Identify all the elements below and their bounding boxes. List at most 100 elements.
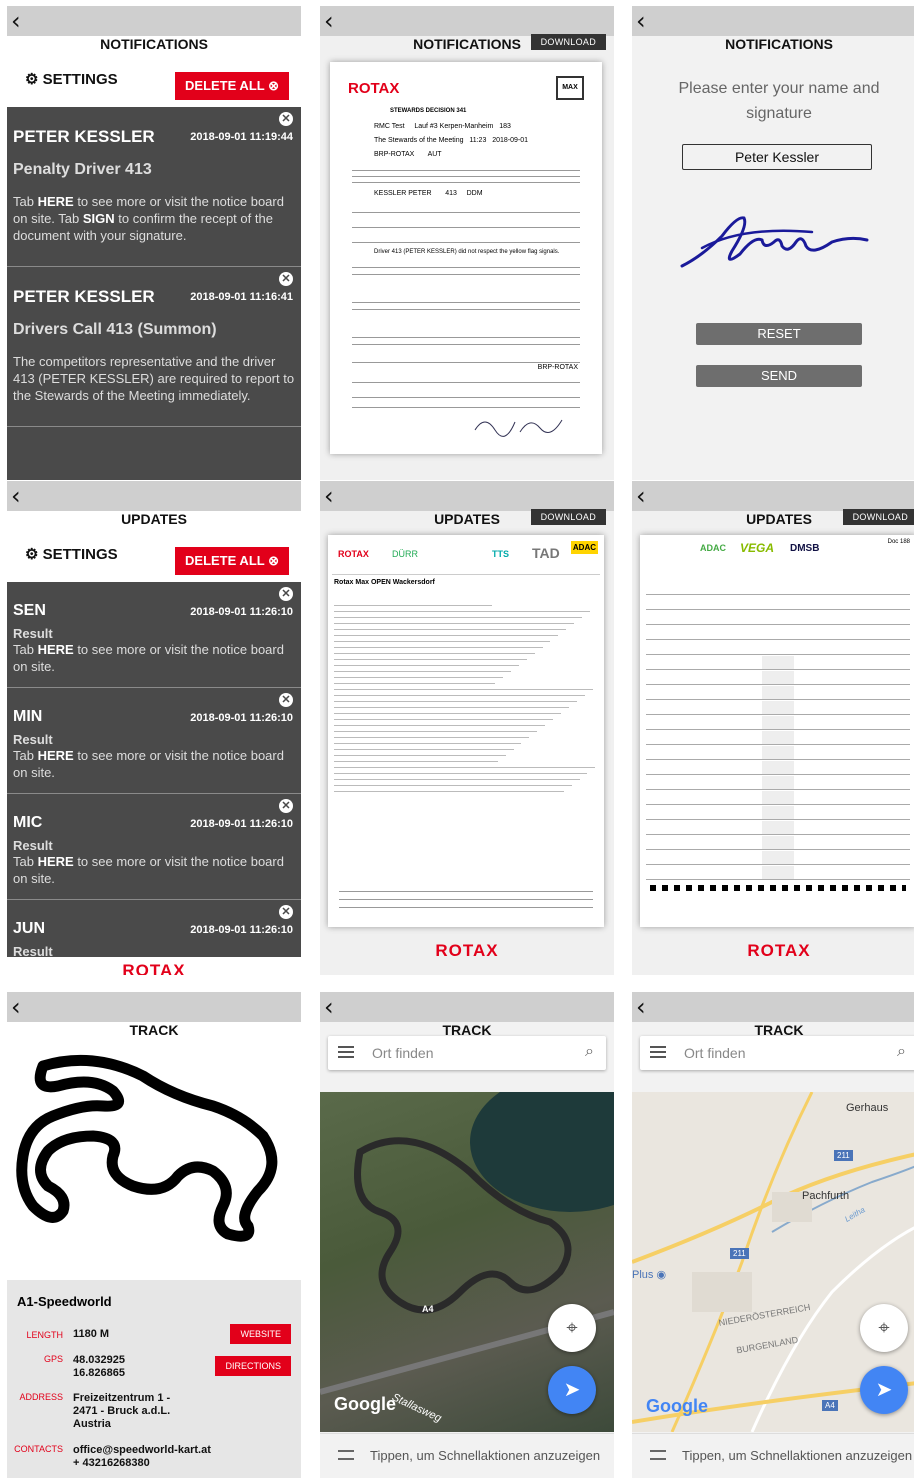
table-row [334,611,591,612]
steward-decision-document[interactable]: ROTAX MAX STEWARDS DECISION 341 RMC Test… [330,62,602,454]
map-footer[interactable]: Tippen, um Schnellaktionen anzuzeigen [320,1433,614,1478]
table-row [334,767,596,768]
notification-card[interactable]: ✕ PETER KESSLER 2018-09-01 11:19:44 Pena… [7,107,301,267]
settings-button[interactable]: ⚙ SETTINGS [25,545,118,563]
menu-icon[interactable] [338,1046,354,1058]
page-title: NOTIFICATIONS [100,36,208,52]
result-document[interactable]: ROTAX DÜRR TTS TAD ADAC Rotax Max OPEN W… [328,535,604,927]
close-icon[interactable]: ✕ [279,112,293,126]
sign-link[interactable]: SIGN [83,211,115,226]
contacts-label: CONTACTS [14,1444,63,1454]
top-bar [632,481,914,511]
road-a4-label: A4 [422,1304,434,1314]
crosshair-icon: ⌖ [566,1317,578,1339]
back-arrow-icon[interactable]: ‹ [636,6,646,36]
update-body: Tab HERE to see more or visit the notice… [13,748,284,780]
road-map[interactable]: Gerhaus 211 Pachfurth Leitha 211 Plus ◉ … [632,1092,914,1432]
search-input[interactable]: Ort finden [684,1045,745,1061]
here-link[interactable]: HERE [38,642,74,657]
update-card[interactable]: ✕ SEN 2018-09-01 11:26:10 Result Tab HER… [7,582,301,688]
top-bar [7,481,301,511]
page-title: UPDATES [121,511,187,527]
road-map-screen: ‹ TRACK Ort finden ⌕ Gerhaus 211 Pachfur… [632,992,914,1478]
poi-label[interactable]: Plus ◉ [632,1268,666,1281]
grid-row [646,791,910,805]
website-button[interactable]: WEBSITE [230,1324,291,1344]
delete-all-button[interactable]: DELETE ALL ⊗ [175,547,289,575]
back-arrow-icon[interactable]: ‹ [636,992,646,1022]
table-row [334,647,543,648]
here-link[interactable]: HERE [38,748,74,763]
notification-card[interactable]: ✕ PETER KESSLER 2018-09-01 11:16:41 Driv… [7,267,301,427]
google-logo: Google [646,1396,708,1416]
grid-row [646,656,910,670]
directions-button[interactable]: DIRECTIONS [215,1356,291,1376]
starting-grid [646,581,910,881]
road-a4-label: A4 [822,1400,838,1411]
back-arrow-icon[interactable]: ‹ [11,481,21,511]
search-icon[interactable]: ⌕ [897,1043,906,1061]
grid-document-screen: ‹ UPDATES DOWNLOAD ADAC VEGA DMSB Doc 18… [632,481,914,975]
close-icon[interactable]: ✕ [279,905,293,919]
settings-button[interactable]: ⚙ SETTINGS [25,70,118,88]
table-row [334,755,506,756]
address-value: Freizeitzentrum 1 -2471 - Bruck a.d.L. Au… [73,1392,171,1430]
download-button[interactable]: DOWNLOAD [530,34,606,50]
close-icon[interactable]: ✕ [279,799,293,813]
back-arrow-icon[interactable]: ‹ [636,481,646,511]
table-row [334,713,562,714]
table-row [334,695,585,696]
download-button[interactable]: DOWNLOAD [530,509,606,525]
place-label: Pachfurth [802,1190,850,1202]
update-card[interactable]: ✕ MIC 2018-09-01 11:26:10 Result Tab HER… [7,794,301,900]
close-icon[interactable]: ✕ [279,272,293,286]
directions-fab[interactable]: ➤ [548,1366,596,1414]
back-arrow-icon[interactable]: ‹ [324,6,334,36]
close-icon[interactable]: ✕ [279,693,293,707]
grid-document[interactable]: ADAC VEGA DMSB Doc 188 [640,535,914,927]
send-button[interactable]: SEND [696,365,862,387]
grid-row [646,806,910,820]
grid-row [646,596,910,610]
address-label: ADDRESS [19,1392,63,1402]
download-button[interactable]: DOWNLOAD [842,509,914,525]
top-bar [632,992,914,1022]
close-icon[interactable]: ✕ [279,587,293,601]
max-logo: MAX [556,76,584,100]
grid-row [646,701,910,715]
contacts-value[interactable]: office@speedworld-kart.at + 43216268380 [73,1444,211,1470]
track-info-panel: A1-Speedworld LENGTH 1180 M WEBSITE GPS … [7,1280,301,1478]
search-icon[interactable]: ⌕ [585,1043,594,1061]
fact-field: Driver 413 (PETER KESSLER) did not respe… [374,249,560,255]
driver-fields: KESSLER PETER 413 DDM [374,190,483,197]
grid-row [646,671,910,685]
signature-pad[interactable] [662,196,892,286]
delete-all-button[interactable]: DELETE ALL ⊗ [175,72,289,100]
satellite-map[interactable]: A4 Stallasweg Google ⌖ ➤ [320,1092,614,1432]
table-row [334,701,577,702]
back-arrow-icon[interactable]: ‹ [11,992,21,1022]
update-card[interactable]: ✕ JUN 2018-09-01 11:26:10 Result [7,900,301,960]
my-location-button[interactable]: ⌖ [548,1304,596,1352]
update-card[interactable]: ✕ MIN 2018-09-01 11:26:10 Result Tab HER… [7,688,301,794]
notification-list: ✕ PETER KESSLER 2018-09-01 11:19:44 Pena… [7,107,301,480]
map-search-bar[interactable]: Ort finden ⌕ [328,1036,606,1070]
table-row [334,731,538,732]
menu-icon[interactable] [650,1046,666,1058]
grid-row [646,686,910,700]
back-arrow-icon[interactable]: ‹ [324,992,334,1022]
notification-body: The competitors representative and the d… [13,354,295,403]
my-location-button[interactable]: ⌖ [860,1304,908,1352]
name-input[interactable]: Peter Kessler [682,144,872,170]
map-search-bar[interactable]: Ort finden ⌕ [640,1036,914,1070]
reset-button[interactable]: RESET [696,323,862,345]
here-link[interactable]: HERE [38,194,74,209]
search-input[interactable]: Ort finden [372,1045,433,1061]
back-arrow-icon[interactable]: ‹ [324,481,334,511]
update-subject: Result [13,944,53,959]
directions-fab[interactable]: ➤ [860,1366,908,1414]
here-link[interactable]: HERE [38,854,74,869]
map-footer[interactable]: Tippen, um Schnellaktionen anzuzeigen [632,1433,914,1478]
back-arrow-icon[interactable]: ‹ [11,6,21,36]
close-circle-icon: ⊗ [268,78,279,93]
